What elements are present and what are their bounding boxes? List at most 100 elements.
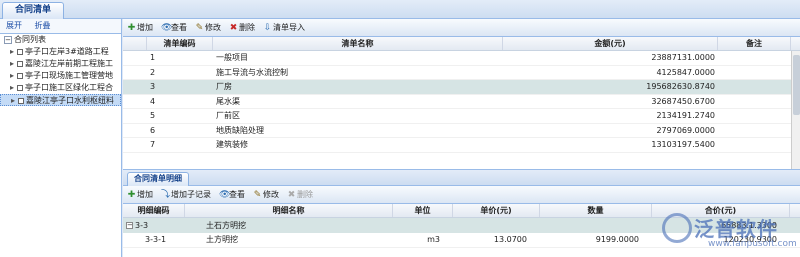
table-row[interactable]: 1 一般项目 23887131.0000 (123, 51, 800, 66)
cell-note (718, 51, 791, 65)
cell-note (718, 109, 791, 123)
cell-amount: 32687450.6700 (651, 96, 715, 106)
tree-item[interactable]: ▸ 嘉陵江亭子口水利枢纽料 (0, 94, 121, 106)
tab-contract-list[interactable]: 合同清单 (2, 2, 64, 19)
cell-name: 厂房 (216, 82, 232, 91)
detail-header-code[interactable]: 明细编码 (123, 204, 185, 217)
cell-name: 一般项目 (216, 53, 248, 62)
row-number (123, 124, 147, 138)
tree-item-label: 亭子口施工区绿化工程合 (25, 83, 113, 92)
document-icon (17, 72, 23, 79)
cell-code: 7 (150, 140, 156, 149)
delete-button[interactable]: ✖ 删除 (229, 19, 255, 37)
tree-item-label: 嘉陵江左岸前期工程施工 (25, 59, 113, 68)
detail-header-name[interactable]: 明细名称 (185, 204, 393, 217)
tree-root[interactable]: − 合同列表 (0, 34, 121, 46)
tree-item[interactable]: ▸ 亭子口施工区绿化工程合 (0, 82, 121, 94)
document-icon (17, 84, 23, 91)
logo-name: 泛普软件 (694, 217, 778, 241)
header-note[interactable]: 备注 (718, 37, 791, 50)
button-label: 增加 (137, 190, 153, 199)
add-button[interactable]: ✚ 增加 (127, 186, 153, 204)
import-button[interactable]: ⇩ 清单导入 (263, 19, 305, 37)
view-icon: 👁 (219, 190, 231, 200)
table-row[interactable]: 7 建筑装修 13103197.5400 (123, 138, 800, 153)
tree-item[interactable]: ▸ 嘉陵江左岸前期工程施工 (0, 58, 121, 70)
cell-name: 施工导流与水流控制 (216, 67, 288, 77)
view-button[interactable]: 👁查看 (219, 186, 245, 204)
tab-contract-detail[interactable]: 合同清单明细 (127, 172, 189, 186)
edit-button[interactable]: ✎ 修改 (195, 19, 221, 37)
add-icon: ✚ (127, 23, 136, 33)
button-label: 增加 (137, 23, 153, 32)
edit-button[interactable]: ✎ 修改 (253, 186, 279, 204)
tree-item-label: 亭子口现场施工管理营地 (25, 71, 113, 80)
arrow-right-icon[interactable]: ▸ (10, 82, 17, 94)
list-toolbar: ✚ 增加 👁查看 ✎ 修改 ✖ 删除 ⇩ 清单导入 (123, 19, 800, 37)
arrow-right-icon[interactable]: ▸ (10, 58, 17, 70)
tree-item[interactable]: ▸ 亭子口左岸3#道路工程 (0, 46, 121, 58)
detail-header-unit[interactable]: 单位 (393, 204, 453, 217)
button-label: 清单导入 (273, 23, 305, 32)
row-number (123, 109, 147, 123)
table-row[interactable]: 5 厂前区 2134191.2740 (123, 109, 800, 124)
list-scrollbar-thumb[interactable] (793, 55, 800, 115)
cell-qty: 9199.0000 (595, 235, 639, 244)
table-row[interactable]: 6 地质缺陷处理 2797069.0000 (123, 124, 800, 138)
cell-name: 厂前区 (216, 111, 240, 120)
document-icon (17, 60, 23, 67)
cell-note (718, 80, 791, 94)
list-scrollbar[interactable] (791, 51, 800, 169)
header-code[interactable]: 清单编码 (147, 37, 213, 50)
cell-name: 尾水渠 (216, 96, 240, 106)
cell-code: 1 (150, 53, 156, 62)
detail-header-price[interactable]: 单价(元) (453, 204, 540, 217)
arrow-right-icon[interactable]: ▸ (10, 70, 17, 82)
document-icon (18, 97, 24, 104)
expand-all-link[interactable]: 展开 (6, 21, 22, 30)
header-name[interactable]: 清单名称 (213, 37, 503, 50)
cell-code: 4 (150, 96, 156, 106)
table-row[interactable]: 4 尾水渠 32687450.6700 (123, 95, 800, 109)
button-label: 增加子记录 (171, 190, 211, 199)
button-label: 查看 (229, 190, 245, 199)
detail-group-code: 3-3 (135, 221, 149, 230)
collapse-all-link[interactable]: 折叠 (35, 21, 51, 30)
button-label: 删除 (239, 23, 255, 32)
detail-header-qty[interactable]: 数量 (540, 204, 652, 217)
view-icon: 👁 (161, 23, 173, 33)
cell-name: 土方明挖 (206, 235, 238, 244)
cell-code: 5 (150, 111, 156, 120)
cell-amount: 13103197.5400 (651, 140, 715, 149)
cell-note (718, 95, 791, 109)
tree-root-label: 合同列表 (14, 35, 46, 44)
tree-item[interactable]: ▸ 亭子口现场施工管理营地 (0, 70, 121, 82)
row-number (123, 51, 147, 65)
detail-group-name: 土石方明挖 (206, 221, 246, 230)
cell-code: 6 (150, 125, 156, 135)
cell-code: 3 (150, 82, 156, 91)
add-button[interactable]: ✚ 增加 (127, 19, 153, 37)
row-number (123, 95, 147, 109)
view-button[interactable]: 👁查看 (161, 19, 187, 37)
cell-amount: 195682630.8740 (646, 82, 715, 91)
add-child-button[interactable]: ⤵增加子记录 (161, 186, 211, 204)
collapse-icon[interactable]: − (4, 35, 12, 44)
detail-tab-strip: 合同清单明细 (123, 170, 800, 186)
delete-button[interactable]: ✖ 删除 (287, 186, 313, 204)
arrow-right-icon[interactable]: ▸ (11, 95, 18, 105)
tree-item-label: 嘉陵江亭子口水利枢纽料 (26, 96, 114, 105)
cell-unit: m3 (427, 235, 440, 244)
row-number-header (123, 37, 147, 50)
header-amount[interactable]: 金额(元) (503, 37, 718, 50)
collapse-icon[interactable]: − (126, 222, 133, 229)
row-number (123, 66, 147, 80)
table-row[interactable]: 2 施工导流与水流控制 4125847.0000 (123, 66, 800, 80)
detail-toolbar: ✚ 增加 ⤵增加子记录 👁查看 ✎ 修改 ✖ 删除 (123, 186, 800, 204)
import-icon: ⇩ (263, 23, 272, 33)
delete-icon: ✖ (229, 23, 238, 33)
company-logo: 泛普软件 www.fanpusoft.com (656, 209, 797, 255)
table-row[interactable]: 3 厂房 195682630.8740 (123, 80, 800, 95)
button-label: 修改 (263, 190, 279, 199)
arrow-right-icon[interactable]: ▸ (10, 46, 17, 58)
